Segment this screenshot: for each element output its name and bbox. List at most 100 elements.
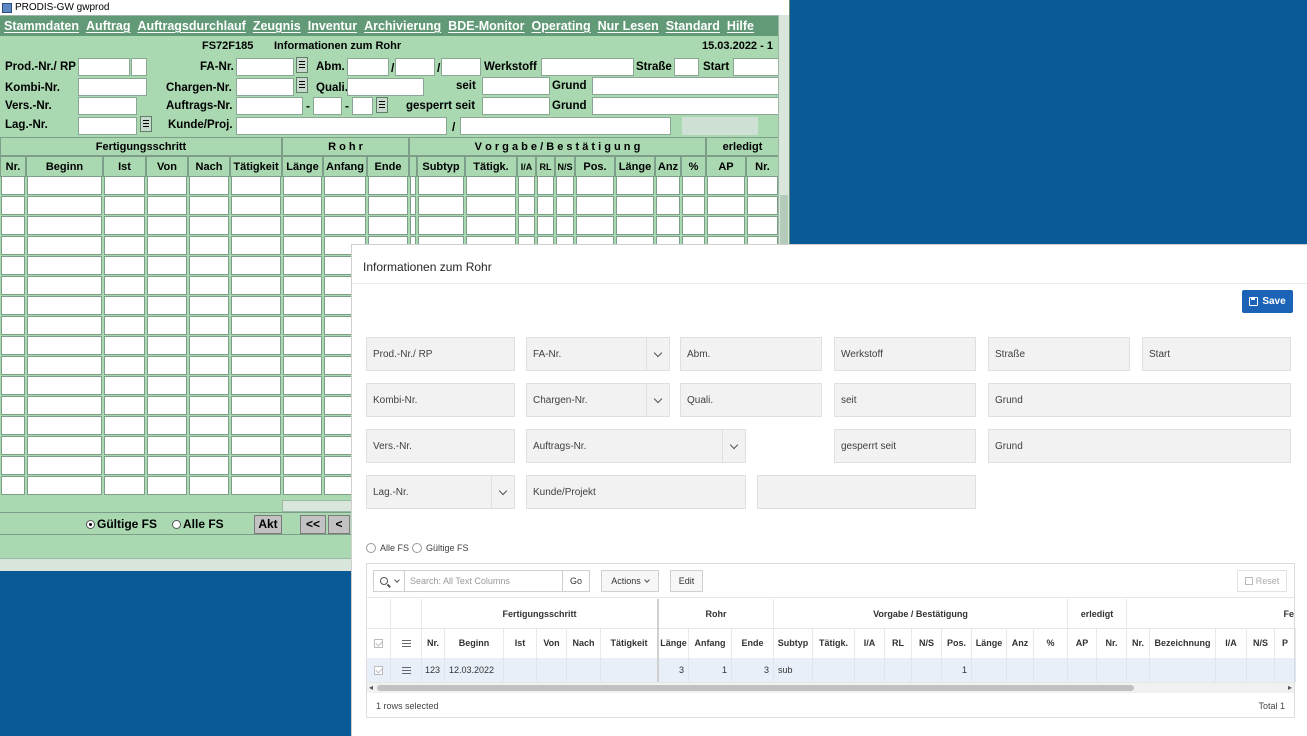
legacy-grid-cell[interactable] <box>616 196 654 215</box>
legacy-grid-cell[interactable] <box>27 276 102 295</box>
kombi-nr-input[interactable]: Kombi-Nr. <box>366 383 515 417</box>
auftrags-nr-list-icon[interactable] <box>376 97 388 113</box>
grid-col-header[interactable]: N/S <box>1247 628 1275 658</box>
lag-nr-list-icon[interactable] <box>140 116 152 132</box>
legacy-grid-cell[interactable] <box>189 176 229 195</box>
legacy-grid-cell[interactable] <box>27 236 102 255</box>
legacy-grid-cell[interactable] <box>27 256 102 275</box>
legacy-grid-cell[interactable] <box>283 236 322 255</box>
legacy-grid-cell[interactable] <box>466 216 516 235</box>
legacy-grid-cell[interactable] <box>231 196 281 215</box>
legacy-grid-cell[interactable] <box>189 336 229 355</box>
menu-item-archivierung[interactable]: Archivierung <box>364 19 441 33</box>
legacy-grid-cell[interactable] <box>27 316 102 335</box>
auftrags-nr-field[interactable] <box>236 97 303 115</box>
grid-h-scrollbar[interactable] <box>282 500 361 512</box>
legacy-grid-cell[interactable] <box>231 216 281 235</box>
menu-item-standard[interactable]: Standard <box>666 19 720 33</box>
menu-item-bde-monitor[interactable]: BDE-Monitor <box>448 19 524 33</box>
quali-field[interactable] <box>347 78 424 96</box>
legacy-grid-cell[interactable] <box>283 316 322 335</box>
grid-h-scrollbar[interactable]: ◂ ▸ <box>367 683 1294 693</box>
legacy-grid-cell[interactable] <box>747 176 778 195</box>
grid-col-header[interactable]: Anfang <box>689 628 732 658</box>
table-cell[interactable]: sub <box>774 658 813 682</box>
grid-col-header[interactable]: I/A <box>855 628 885 658</box>
legacy-grid-cell[interactable] <box>1 416 25 435</box>
legacy-grid-cell[interactable] <box>418 216 464 235</box>
table-cell[interactable] <box>1068 658 1097 682</box>
legacy-grid-cell[interactable] <box>556 176 574 195</box>
grid-col-header[interactable]: Anz <box>1007 628 1034 658</box>
legacy-grid-cell[interactable] <box>1 476 25 495</box>
legacy-grid-cell[interactable] <box>283 216 322 235</box>
legacy-grid-cell[interactable] <box>104 336 145 355</box>
werkstoff-field[interactable] <box>541 58 634 76</box>
table-cell[interactable] <box>1247 658 1275 682</box>
legacy-grid-cell[interactable] <box>147 196 187 215</box>
abm-field-2[interactable] <box>395 58 435 76</box>
reset-button[interactable]: Reset <box>1237 570 1287 592</box>
row-menu-header-icon[interactable] <box>391 628 422 658</box>
legacy-grid-cell[interactable] <box>1 236 25 255</box>
legacy-grid-cell[interactable] <box>104 296 145 315</box>
grid-col-header[interactable]: P <box>1275 628 1296 658</box>
abm-field-3[interactable] <box>441 58 481 76</box>
menu-item-hilfe[interactable]: Hilfe <box>727 19 754 33</box>
legacy-grid-cell[interactable] <box>104 316 145 335</box>
legacy-grid-cell[interactable] <box>189 396 229 415</box>
legacy-grid-cell[interactable] <box>189 476 229 495</box>
legacy-grid-cell[interactable] <box>104 356 145 375</box>
legacy-grid-cell[interactable] <box>189 276 229 295</box>
chargen-nr-select[interactable]: Chargen-Nr. <box>526 383 670 417</box>
legacy-grid-cell[interactable] <box>1 276 25 295</box>
grid-col-header[interactable]: Bezeichnung <box>1150 628 1216 658</box>
legacy-grid-cell[interactable] <box>1 356 25 375</box>
legacy-grid-cell[interactable] <box>324 216 366 235</box>
legacy-grid-cell[interactable] <box>27 436 102 455</box>
grid-col-header[interactable]: RL <box>885 628 912 658</box>
table-cell[interactable] <box>567 658 601 682</box>
grund-2-field[interactable] <box>592 97 779 115</box>
legacy-grid-cell[interactable] <box>283 416 322 435</box>
legacy-grid-cell[interactable] <box>231 476 281 495</box>
grund-2-input[interactable]: Grund <box>988 429 1291 463</box>
legacy-grid-cell[interactable] <box>147 296 187 315</box>
legacy-grid-cell[interactable] <box>231 236 281 255</box>
table-cell[interactable] <box>855 658 885 682</box>
legacy-grid-cell[interactable] <box>1 316 25 335</box>
grid-col-header[interactable]: Nr. <box>1127 628 1150 658</box>
legacy-grid-cell[interactable] <box>1 436 25 455</box>
kunde-projekt-input[interactable]: Kunde/Projekt <box>526 475 746 509</box>
legacy-grid-cell[interactable] <box>537 216 554 235</box>
table-cell[interactable]: 3 <box>732 658 774 682</box>
legacy-grid-cell[interactable] <box>27 376 102 395</box>
legacy-grid-cell[interactable] <box>368 216 408 235</box>
legacy-grid-cell[interactable] <box>147 316 187 335</box>
legacy-grid-cell[interactable] <box>576 216 614 235</box>
legacy-grid-cell[interactable] <box>104 476 145 495</box>
legacy-grid-cell[interactable] <box>283 376 322 395</box>
row-actions-icon[interactable] <box>391 658 422 682</box>
chargen-nr-field[interactable] <box>236 78 294 96</box>
legacy-grid-cell[interactable] <box>231 356 281 375</box>
legacy-grid-cell[interactable] <box>576 196 614 215</box>
menu-item-operating[interactable]: Operating <box>532 19 591 33</box>
legacy-grid-cell[interactable] <box>231 276 281 295</box>
legacy-grid-cell[interactable] <box>189 296 229 315</box>
start-input[interactable]: Start <box>1142 337 1291 371</box>
grid-col-header[interactable]: Länge <box>972 628 1007 658</box>
grid-col-header[interactable]: Ist <box>504 628 537 658</box>
legacy-grid-cell[interactable] <box>576 176 614 195</box>
legacy-grid-cell[interactable] <box>231 316 281 335</box>
go-button[interactable]: Go <box>562 571 589 591</box>
search-input[interactable]: Search: All Text Columns <box>405 576 562 586</box>
legacy-grid-cell[interactable] <box>189 416 229 435</box>
legacy-grid-cell[interactable] <box>27 396 102 415</box>
legacy-grid-cell[interactable] <box>104 436 145 455</box>
legacy-grid-cell[interactable] <box>1 376 25 395</box>
strasse-input[interactable]: Straße <box>988 337 1130 371</box>
grid-col-header[interactable]: Nr. <box>422 628 445 658</box>
strasse-field[interactable] <box>674 58 699 76</box>
grund-field[interactable] <box>592 77 779 95</box>
